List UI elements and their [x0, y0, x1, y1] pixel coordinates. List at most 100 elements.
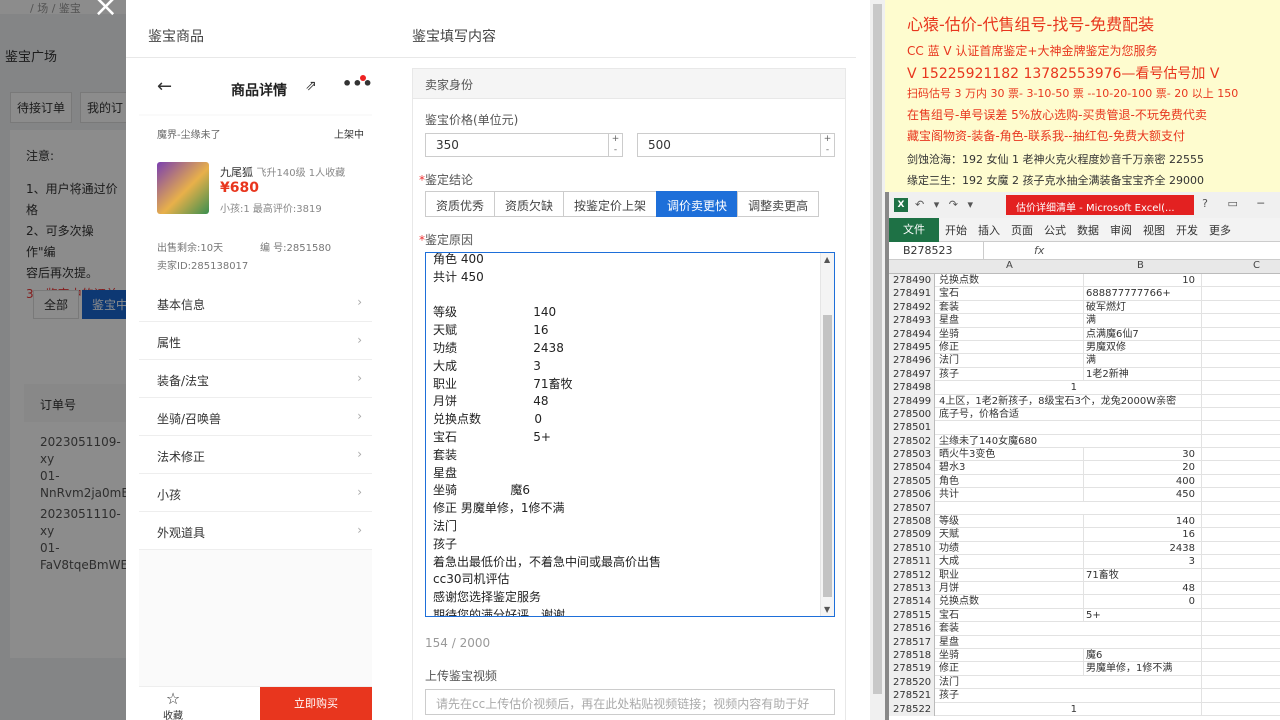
cell-c[interactable]: [1201, 394, 1280, 408]
cell-c[interactable]: [1201, 340, 1280, 355]
menu-item-appearance[interactable]: 外观道具 ›: [139, 512, 372, 550]
cell-c[interactable]: [1201, 327, 1280, 341]
cell-c[interactable]: [1201, 461, 1280, 475]
cell-b[interactable]: 688877777766+: [1083, 287, 1199, 301]
cell-b[interactable]: 16: [1083, 528, 1199, 542]
cell-c[interactable]: [1201, 568, 1280, 582]
table-row[interactable]: 278497 孩子 1老2新神: [889, 367, 1280, 382]
file-tab[interactable]: 文件: [889, 217, 939, 242]
cell-c[interactable]: [1201, 608, 1280, 623]
table-row[interactable]: 278506 共计 450: [889, 488, 1280, 502]
cell-c[interactable]: [1201, 354, 1280, 368]
cell-c[interactable]: [1201, 622, 1280, 636]
back-icon[interactable]: ←: [157, 76, 172, 97]
cell-c[interactable]: [1201, 595, 1280, 609]
table-row[interactable]: 278517 星盘: [889, 635, 1280, 649]
table-row[interactable]: 278521 孩子: [889, 689, 1280, 703]
cell-b[interactable]: 10: [1083, 274, 1199, 287]
cell-a[interactable]: 晒火牛3变色: [939, 448, 1081, 461]
name-box[interactable]: B278523: [889, 241, 984, 260]
cell-a[interactable]: 法门: [939, 354, 1081, 367]
cell-c[interactable]: [1201, 702, 1280, 716]
row-number[interactable]: 278496: [889, 354, 935, 368]
cell-c[interactable]: [1201, 287, 1280, 301]
table-row[interactable]: 278519 修正 男魔单修，1修不满: [889, 662, 1280, 676]
cell-c[interactable]: [1201, 515, 1280, 529]
cell-c[interactable]: [1201, 488, 1280, 502]
row-number[interactable]: 278513: [889, 581, 935, 596]
cell-c[interactable]: [1201, 635, 1280, 649]
cell-b[interactable]: 5+: [1083, 608, 1199, 622]
row-number[interactable]: 278515: [889, 608, 935, 623]
cell-c[interactable]: [1201, 434, 1280, 449]
favorite-button[interactable]: ☆ 收藏: [163, 691, 183, 720]
menu-item-attributes[interactable]: 属性 ›: [139, 322, 372, 360]
textarea-scrollbar[interactable]: ▲ ▼: [820, 253, 834, 616]
row-number[interactable]: 278506: [889, 488, 935, 502]
ribbon-tab[interactable]: 审阅: [1110, 222, 1132, 238]
cell-b[interactable]: 1老2新神: [1083, 367, 1199, 381]
ribbon-tab[interactable]: 数据: [1077, 222, 1099, 238]
cell-c[interactable]: [1201, 421, 1280, 435]
row-number[interactable]: 278514: [889, 595, 935, 609]
buy-now-button[interactable]: 立即购买: [260, 687, 372, 720]
table-row[interactable]: 278512 职业 71畜牧: [889, 568, 1280, 582]
cell-b[interactable]: 破军燃灯: [1083, 300, 1199, 314]
ribbon-tab[interactable]: 插入: [978, 222, 1000, 238]
cell-c[interactable]: [1201, 274, 1280, 288]
modal-scrollbar[interactable]: [870, 0, 885, 720]
stepper-icon[interactable]: + -: [820, 134, 834, 156]
menu-item-children[interactable]: 小孩 ›: [139, 474, 372, 512]
row-number[interactable]: 278510: [889, 541, 935, 556]
table-row[interactable]: 278498 1: [889, 381, 1280, 395]
cell-a[interactable]: 兑换点数: [939, 595, 1081, 608]
cell-a[interactable]: 底子号，价格合适: [939, 408, 1081, 421]
table-row[interactable]: 278507: [889, 501, 1280, 516]
cell-a[interactable]: 月饼: [939, 582, 1081, 595]
row-number[interactable]: 278521: [889, 689, 935, 703]
cell-a[interactable]: 等级: [939, 515, 1081, 528]
scroll-thumb[interactable]: [823, 315, 832, 597]
ribbon-tab[interactable]: 开始: [945, 222, 967, 238]
row-number[interactable]: 278491: [889, 287, 935, 301]
cell-b[interactable]: 点满魔6仙7: [1083, 327, 1199, 341]
table-row[interactable]: 278515 宝石 5+: [889, 608, 1280, 623]
price-high-input[interactable]: 500 + -: [637, 133, 835, 157]
cell-b[interactable]: 20: [1083, 461, 1199, 475]
row-number[interactable]: 278492: [889, 300, 935, 315]
row-number[interactable]: 278490: [889, 274, 935, 288]
cell-a[interactable]: 大成: [939, 555, 1081, 568]
table-row[interactable]: 278504 碧水3 20: [889, 461, 1280, 475]
cell-c[interactable]: [1201, 474, 1280, 489]
cell-a[interactable]: 1: [939, 703, 1081, 716]
menu-item-basic[interactable]: 基本信息 ›: [139, 284, 372, 322]
row-number[interactable]: 278519: [889, 662, 935, 676]
stepper-icon[interactable]: + -: [608, 134, 622, 156]
reason-textarea[interactable]: 角色 400 共计 450 等级 140 天赋 16 功绩 2438 大成 3 职业 71…: [425, 252, 835, 617]
verdict-option-selected[interactable]: 调价卖更快: [656, 191, 739, 217]
cell-c[interactable]: [1201, 689, 1280, 703]
table-row[interactable]: 278518 坐骑 魔6: [889, 648, 1280, 663]
row-number[interactable]: 278522: [889, 702, 935, 716]
cell-b[interactable]: 男魔单修，1修不满: [1083, 662, 1199, 676]
table-row[interactable]: 278509 天赋 16: [889, 528, 1280, 542]
row-number[interactable]: 278517: [889, 635, 935, 649]
cell-b[interactable]: 满: [1083, 354, 1199, 368]
cell-b[interactable]: 71畜牧: [1083, 568, 1199, 582]
price-low-input[interactable]: 350 + -: [425, 133, 623, 157]
cell-c[interactable]: [1201, 381, 1280, 395]
cell-a[interactable]: 共计: [939, 488, 1081, 501]
cell-b[interactable]: 400: [1083, 474, 1199, 488]
row-number[interactable]: 278508: [889, 515, 935, 529]
cell-a[interactable]: 星盘: [939, 314, 1081, 327]
cell-a[interactable]: 尘缘未了140女魔680: [939, 435, 1081, 448]
row-number[interactable]: 278509: [889, 528, 935, 542]
table-row[interactable]: 278496 法门满: [889, 354, 1280, 368]
cell-c[interactable]: [1201, 501, 1280, 516]
fx-icon[interactable]: fx: [984, 244, 1044, 257]
column-header[interactable]: C: [1253, 260, 1260, 271]
row-number[interactable]: 278502: [889, 434, 935, 449]
row-number[interactable]: 278518: [889, 648, 935, 663]
cell-a[interactable]: 星盘: [939, 636, 1081, 649]
row-number[interactable]: 278495: [889, 340, 935, 355]
